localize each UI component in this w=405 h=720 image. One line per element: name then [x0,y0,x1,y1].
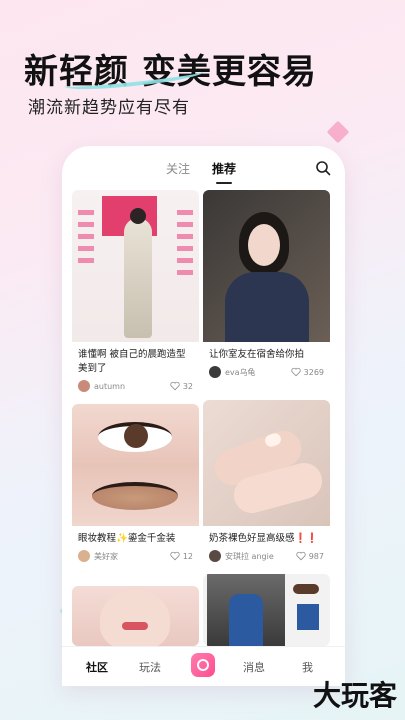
feed-tabs: 关注 推荐 [62,160,345,184]
card-meta: 美好家 12 [72,546,199,566]
card-meta: eva乌龟 3269 [203,362,330,382]
card-image-portrait [203,190,330,342]
promo-headline: 新轻颜 变美更容易 [24,44,317,94]
card-meta: 安琪拉 angie 987 [203,546,330,566]
nav-me[interactable]: 我 [302,659,313,675]
card-image-nails [203,400,330,526]
nav-messages[interactable]: 消息 [243,659,265,675]
card-image-face [72,586,199,646]
card-author: 安琪拉 angie [225,551,274,561]
nav-community[interactable]: 社区 [86,659,108,675]
card-likes: 12 [182,551,193,561]
tab-recommended[interactable]: 推荐 [212,160,236,184]
card-title: 谁懂啊 被自己的晨跑造型美到了 [78,349,186,374]
card-likes: 32 [182,381,193,391]
feed-card[interactable] [72,586,199,646]
feed-card[interactable]: 谁懂啊 被自己的晨跑造型美到了 autumn 32 [72,190,199,396]
camera-icon [197,659,209,671]
card-likes: 987 [308,551,324,561]
heart-icon[interactable] [291,367,301,377]
heart-icon[interactable] [170,381,180,391]
card-author: eva乌龟 [225,367,256,377]
feed-card[interactable] [203,574,330,646]
avatar [209,550,221,562]
card-title: 让你室友在宿舍给你拍 [209,349,305,360]
promo-subline: 潮流新趋势应有尽有 [28,98,190,118]
feed-card[interactable]: 眼妆教程✨鎏金千金装 美好家 12 [72,404,199,566]
heart-icon[interactable] [296,551,306,561]
avatar [209,366,221,378]
avatar [78,380,90,392]
feed-card[interactable]: 奶茶裸色好显高级感❗❗ 安琪拉 angie 987 [203,400,330,566]
card-image-dress [72,190,199,342]
card-title: 奶茶裸色好显高级感❗❗ [209,533,319,544]
card-image-eye-makeup [72,404,199,526]
camera-button[interactable] [191,653,215,677]
card-title: 眼妆教程✨鎏金千金装 [78,533,176,544]
tab-following[interactable]: 关注 [166,160,190,177]
phone-mockup: 关注 推荐 谁懂啊 被自己的晨跑造型美到了 autumn 32 让你室友在宿舍给… [62,146,345,686]
nav-play[interactable]: 玩法 [139,659,161,675]
sparkle-decoration-icon [326,120,350,144]
card-author: 美好家 [94,551,118,561]
watermark-logo: 大玩客 [312,679,397,712]
avatar [78,550,90,562]
bottom-nav: 社区 玩法 消息 我 [62,646,345,686]
card-meta: autumn 32 [72,376,199,396]
card-author: autumn [94,381,126,391]
feed-card[interactable]: 让你室友在宿舍给你拍 eva乌龟 3269 [203,190,330,382]
card-image-outfit [203,574,330,646]
heart-icon[interactable] [170,551,180,561]
search-icon[interactable] [315,160,331,176]
card-likes: 3269 [303,367,324,377]
